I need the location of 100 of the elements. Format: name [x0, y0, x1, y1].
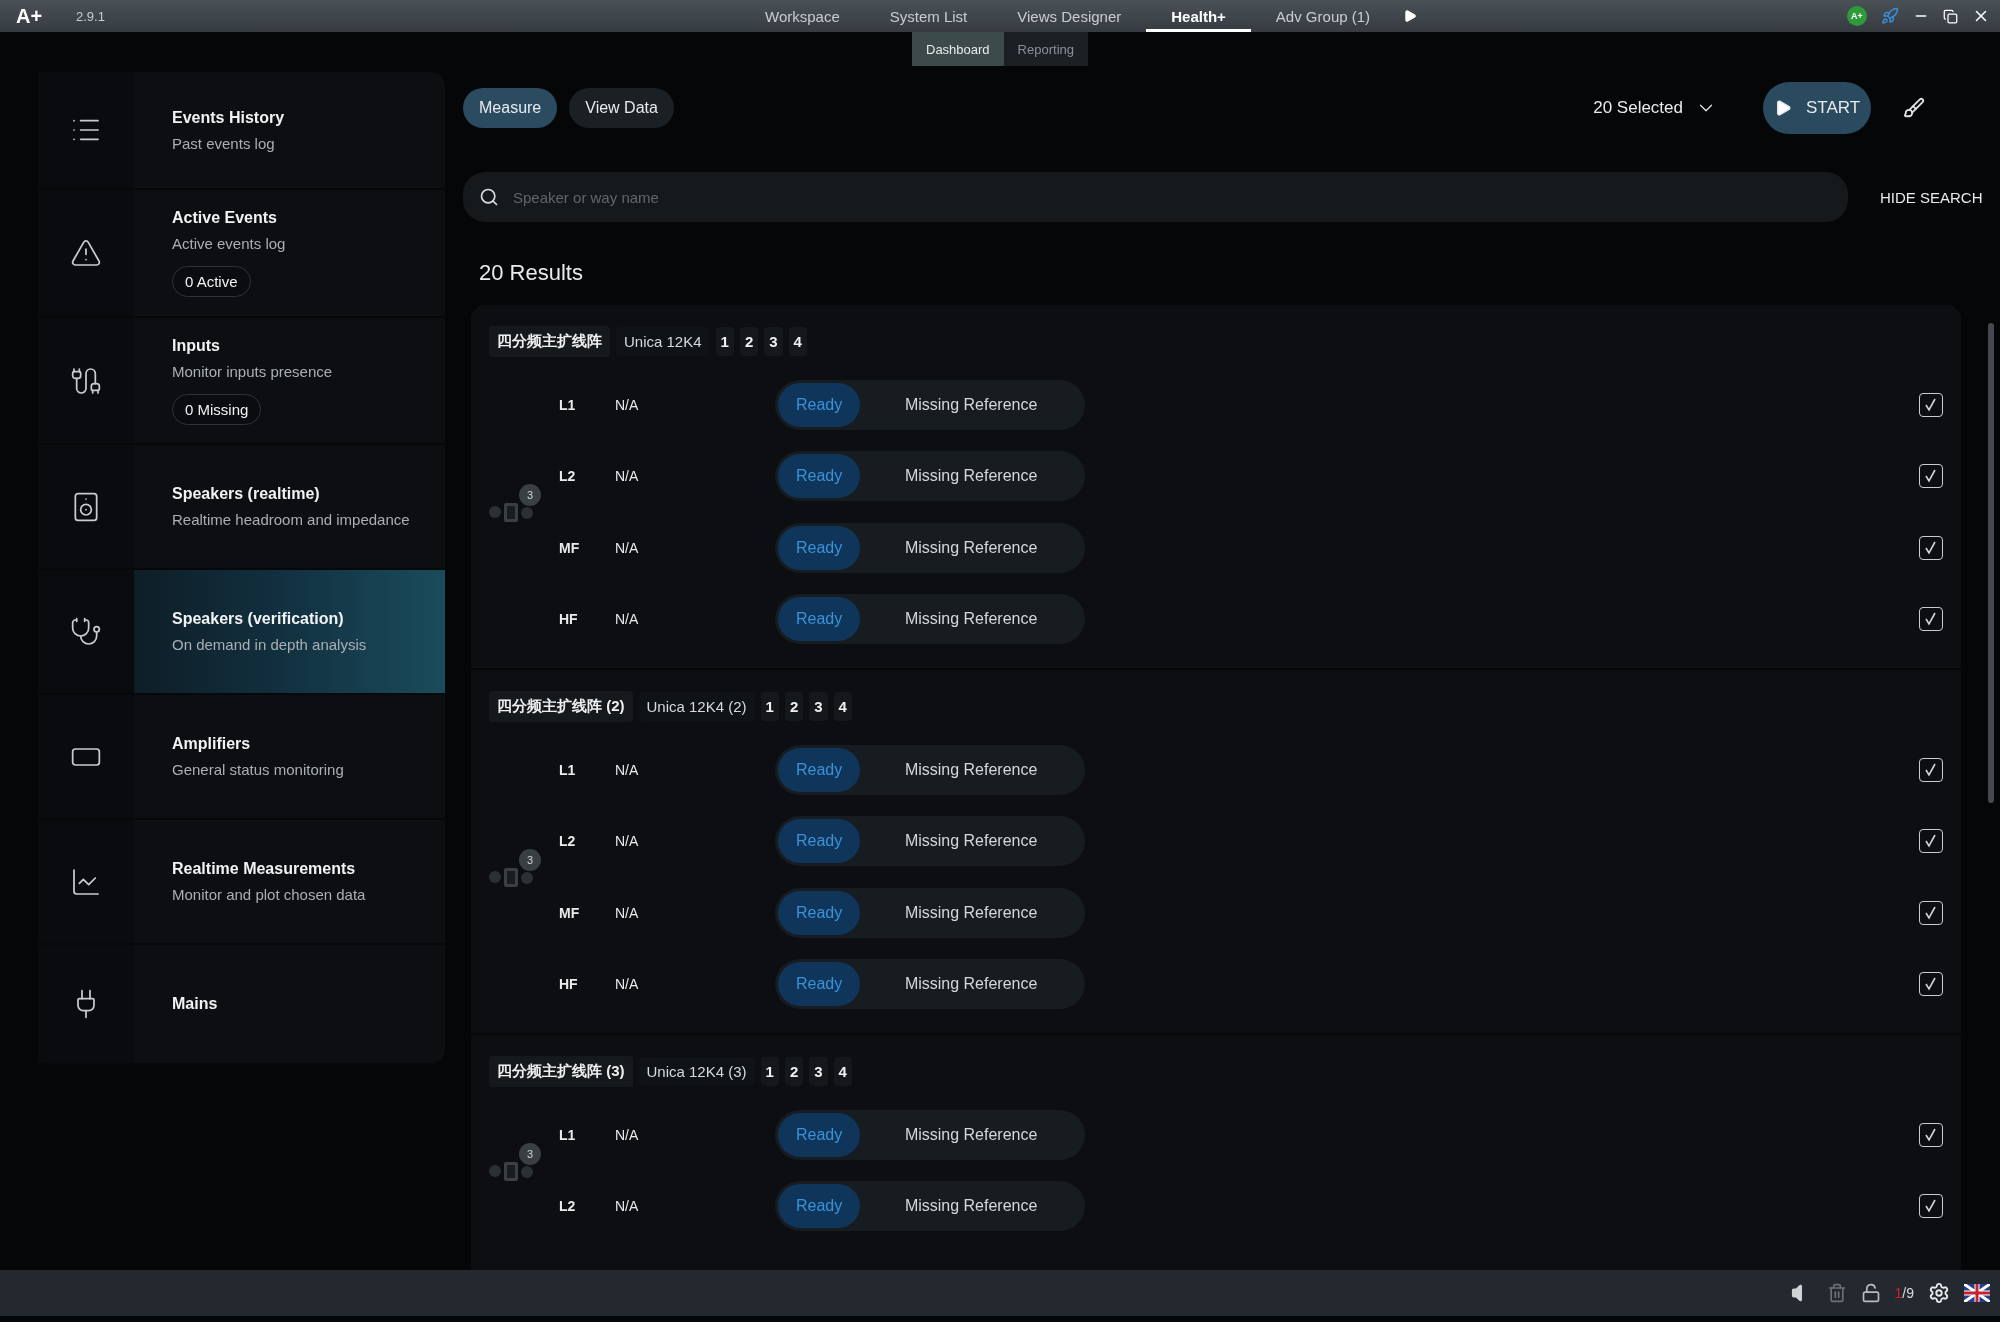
- sub-tab[interactable]: Reporting: [1003, 32, 1088, 66]
- nav-tab[interactable]: Health+: [1146, 0, 1251, 32]
- way-label: L1: [559, 396, 577, 413]
- nav-tab[interactable]: Adv Group (1): [1250, 0, 1396, 32]
- count-badge: 3: [519, 1142, 541, 1165]
- stethoscope-icon: [70, 615, 102, 648]
- mode-tab[interactable]: View Data: [569, 88, 674, 128]
- start-button[interactable]: START: [1763, 82, 1871, 134]
- status-option[interactable]: Missing Reference: [860, 962, 1082, 1007]
- way-label: L2: [559, 1198, 577, 1215]
- warning-icon: [70, 237, 102, 269]
- channel-tag: 1: [715, 326, 734, 356]
- checkbox[interactable]: [1919, 900, 1943, 925]
- brush-icon[interactable]: [1903, 97, 1925, 119]
- status-option[interactable]: Ready: [778, 890, 861, 935]
- group-name: 四分频主扩线阵 (2): [489, 690, 633, 722]
- checkbox[interactable]: [1919, 607, 1943, 632]
- item-title: Active Events: [172, 209, 278, 227]
- sidebar-item[interactable]: Active Events Active events log 0 Active: [38, 190, 445, 318]
- unlock-icon[interactable]: [1860, 1283, 1881, 1303]
- sidebar-item[interactable]: Events History Past events log: [38, 72, 445, 190]
- check-icon: [1924, 834, 1938, 849]
- nav-tab[interactable]: Views Designer: [992, 0, 1147, 32]
- page-counter: 1/9: [1894, 1285, 1914, 1301]
- sidebar-item[interactable]: Inputs Monitor inputs presence 0 Missing: [38, 318, 445, 445]
- value-label: N/A: [615, 976, 640, 993]
- more-tabs-icon[interactable]: [1403, 9, 1418, 23]
- version-label: 2.9.1: [76, 8, 105, 24]
- status-option[interactable]: Ready: [778, 819, 861, 864]
- way-label: L2: [559, 833, 577, 850]
- status-option[interactable]: Missing Reference: [860, 1112, 1082, 1157]
- nav-tab[interactable]: Workspace: [740, 0, 865, 32]
- way-label: L2: [559, 468, 577, 485]
- value-label: N/A: [615, 1126, 640, 1143]
- status-option[interactable]: Ready: [778, 525, 861, 570]
- check-icon: [1924, 1127, 1938, 1142]
- status-option[interactable]: Missing Reference: [860, 747, 1082, 792]
- user-badge[interactable]: A+: [1847, 6, 1867, 26]
- count-pill: 0 Missing: [172, 393, 262, 425]
- value-label: N/A: [615, 539, 640, 556]
- status-option[interactable]: Missing Reference: [860, 1184, 1082, 1229]
- item-subtitle: Past events log: [172, 134, 276, 152]
- flag-icon[interactable]: [1964, 1284, 1990, 1302]
- value-label: N/A: [615, 761, 640, 778]
- item-title: Amplifiers: [172, 735, 252, 753]
- item-subtitle: Monitor inputs presence: [172, 362, 334, 380]
- sidebar-item[interactable]: Mains: [38, 945, 445, 1065]
- results-count: 20 Results: [479, 260, 584, 287]
- channel-tag: 3: [764, 326, 783, 356]
- checkbox[interactable]: [1919, 392, 1943, 417]
- way-label: L1: [559, 1126, 577, 1143]
- selection-dropdown[interactable]: 20 Selected: [1587, 96, 1723, 120]
- value-label: N/A: [615, 904, 640, 921]
- status-option[interactable]: Missing Reference: [860, 382, 1082, 427]
- item-title: Inputs: [172, 336, 221, 355]
- app-logo: A+: [16, 4, 44, 28]
- settings-icon[interactable]: [1928, 1282, 1950, 1304]
- status-option[interactable]: Missing Reference: [860, 597, 1082, 642]
- checkbox[interactable]: [1919, 972, 1943, 997]
- status-option[interactable]: Missing Reference: [860, 819, 1082, 864]
- status-option[interactable]: Ready: [778, 962, 861, 1007]
- checkbox[interactable]: [1919, 1122, 1943, 1147]
- sidebar-item[interactable]: Amplifiers General status monitoring: [38, 695, 445, 820]
- status-option[interactable]: Missing Reference: [860, 525, 1082, 570]
- check-icon: [1924, 1199, 1938, 1214]
- channel-tag: 2: [784, 691, 804, 721]
- model-label: Unica 12K4: [616, 326, 710, 356]
- nav-tab[interactable]: System List: [864, 0, 993, 32]
- status-option[interactable]: Ready: [778, 382, 861, 427]
- checkbox[interactable]: [1919, 464, 1943, 489]
- sidebar-item[interactable]: Speakers (verification) On demand in depth analysis: [38, 570, 445, 695]
- restore-icon[interactable]: [1943, 8, 1958, 24]
- item-title: Realtime Measurements: [172, 860, 357, 878]
- sidebar-item[interactable]: Realtime Measurements Monitor and plot chosen data: [38, 820, 445, 945]
- status-option[interactable]: Missing Reference: [860, 454, 1082, 499]
- way-label: MF: [559, 539, 581, 556]
- way-label: MF: [559, 904, 581, 921]
- status-option[interactable]: Ready: [778, 747, 861, 792]
- checkbox[interactable]: [1919, 1194, 1943, 1219]
- item-title: Speakers (realtime): [172, 485, 321, 503]
- rocket-icon[interactable]: [1881, 7, 1899, 25]
- check-icon: [1924, 977, 1938, 992]
- hide-search-button[interactable]: HIDE SEARCH: [1874, 187, 1989, 207]
- trash-icon[interactable]: [1826, 1283, 1847, 1303]
- status-option[interactable]: Ready: [778, 454, 861, 499]
- sub-tab[interactable]: Dashboard: [912, 32, 1004, 66]
- mode-tab[interactable]: Measure: [463, 88, 558, 128]
- checkbox[interactable]: [1919, 829, 1943, 854]
- checkbox[interactable]: [1919, 757, 1943, 782]
- status-option[interactable]: Ready: [778, 597, 861, 642]
- item-subtitle: General status monitoring: [172, 761, 345, 778]
- status-option[interactable]: Ready: [778, 1184, 861, 1229]
- model-label: Unica 12K4 (2): [638, 691, 755, 721]
- status-option[interactable]: Ready: [778, 1112, 861, 1157]
- check-icon: [1924, 540, 1938, 555]
- search-field[interactable]: Speaker or way name: [463, 172, 1848, 222]
- sidebar-item[interactable]: Speakers (realtime) Realtime headroom and impedance: [38, 445, 445, 570]
- value-label: N/A: [615, 468, 640, 485]
- status-option[interactable]: Missing Reference: [860, 890, 1082, 935]
- checkbox[interactable]: [1919, 535, 1943, 560]
